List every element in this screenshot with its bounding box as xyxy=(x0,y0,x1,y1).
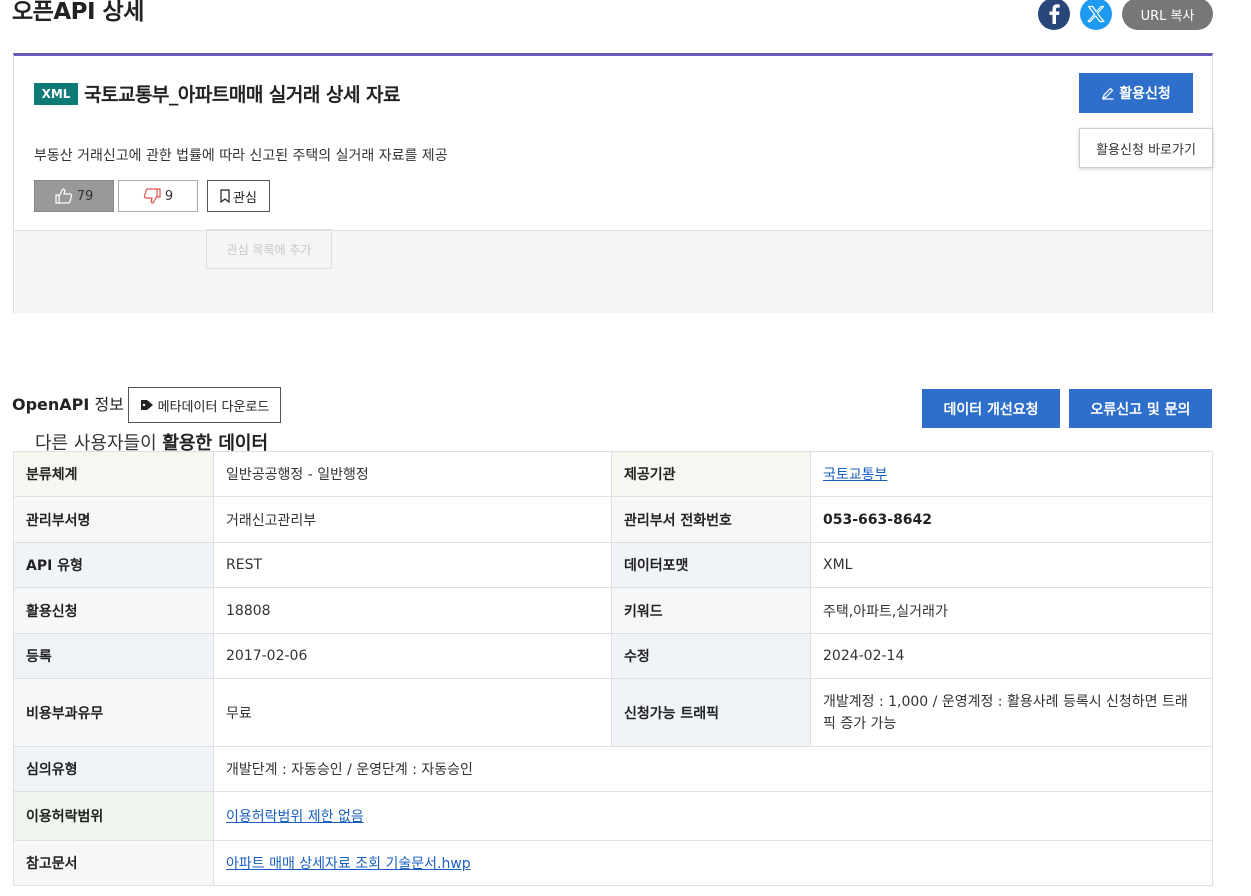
table-row: 비용부과유무 무료 신청가능 트래픽 개발계정 : 1,000 / 운영계정 :… xyxy=(13,678,1213,747)
traffic-label: 신청가능 트래픽 xyxy=(611,678,811,747)
traffic-value: 개발계정 : 1,000 / 운영계정 : 활용사례 등록시 신청하면 트래픽 … xyxy=(810,678,1213,747)
category-value: 일반공공행정 - 일반행정 xyxy=(213,451,612,497)
like-count: 79 xyxy=(76,188,94,204)
api-type-label: API 유형 xyxy=(13,542,214,588)
error-report-button[interactable]: 오류신고 및 문의 xyxy=(1069,389,1212,428)
license-link[interactable]: 이용허락범위 제한 없음 xyxy=(226,809,364,825)
table-row: 활용신청 18808 키워드 주택,아파트,실거래가 xyxy=(13,587,1213,634)
dept-label: 관리부서명 xyxy=(13,496,214,543)
modified-value: 2024-02-14 xyxy=(810,633,1213,679)
thumbs-down-icon xyxy=(143,188,161,204)
openapi-title-rest: 정보 xyxy=(89,395,124,414)
registered-value: 2017-02-06 xyxy=(213,633,612,679)
apply-tooltip: 활용신청 바로가기 xyxy=(1079,128,1213,168)
provider-label: 제공기관 xyxy=(611,451,811,497)
facebook-icon xyxy=(1049,4,1060,24)
table-row: 참고문서 아파트 매매 상세자료 조회 기술문서.hwp xyxy=(13,840,1213,886)
table-row: 이용허락범위 이용허락범위 제한 없음 xyxy=(13,791,1213,841)
thumbs-up-icon xyxy=(55,188,72,204)
apply-count-value: 18808 xyxy=(213,587,612,634)
apply-button[interactable]: 활용신청 xyxy=(1079,73,1193,113)
page-title: 오픈API 상세 xyxy=(12,0,144,25)
metadata-download-button[interactable]: 메타데이터 다운로드 xyxy=(128,387,281,423)
dataset-header: XML 국토교통부_아파트매매 실거래 상세 자료 활용신청 활용신청 바로가기… xyxy=(14,56,1213,230)
data-improve-request-button[interactable]: 데이터 개선요청 xyxy=(922,389,1060,428)
table-row: 분류체계 일반공공행정 - 일반행정 제공기관 국토교통부 xyxy=(13,451,1213,497)
format-value: XML xyxy=(810,542,1213,588)
dataset-title: 국토교통부_아파트매매 실거래 상세 자료 xyxy=(84,84,401,106)
facebook-share-button[interactable] xyxy=(1038,0,1070,30)
openapi-title-bold: OpenAPI xyxy=(12,395,90,414)
table-row: 심의유형 개발단계 : 자동승인 / 운영단계 : 자동승인 xyxy=(13,746,1213,792)
dataset-description: 부동산 거래신고에 관한 법률에 따라 신고된 주택의 실거래 자료를 제공 xyxy=(34,148,448,164)
dept-value: 거래신고관리부 xyxy=(213,496,612,543)
registered-label: 등록 xyxy=(13,633,214,679)
review-value: 개발단계 : 자동승인 / 운영단계 : 자동승인 xyxy=(213,746,1213,792)
pencil-icon xyxy=(1102,87,1114,100)
refdoc-label: 참고문서 xyxy=(13,840,214,886)
openapi-info-table: 분류체계 일반공공행정 - 일반행정 제공기관 국토교통부 관리부서명 거래신고… xyxy=(13,451,1213,886)
phone-value: 053-663-8642 xyxy=(810,496,1213,543)
metadata-download-label: 메타데이터 다운로드 xyxy=(157,399,270,415)
bookmark-icon xyxy=(220,189,230,203)
apply-button-label: 활용신청 xyxy=(1119,86,1171,102)
review-label: 심의유형 xyxy=(13,746,214,792)
provider-link[interactable]: 국토교통부 xyxy=(823,467,887,483)
fee-label: 비용부과유무 xyxy=(13,678,214,747)
refdoc-cell: 아파트 매매 상세자료 조회 기술문서.hwp xyxy=(213,840,1213,886)
url-copy-button[interactable]: URL 복사 xyxy=(1122,0,1213,30)
format-badge: XML xyxy=(34,83,78,105)
twitter-share-button[interactable] xyxy=(1080,0,1112,30)
format-label: 데이터포맷 xyxy=(611,542,811,588)
favorite-label: 관심 xyxy=(233,190,257,206)
table-row: 관리부서명 거래신고관리부 관리부서 전화번호 053-663-8642 xyxy=(13,496,1213,543)
refdoc-link[interactable]: 아파트 매매 상세자료 조회 기술문서.hwp xyxy=(226,856,471,872)
dislike-count: 9 xyxy=(164,188,174,204)
phone-label: 관리부서 전화번호 xyxy=(611,496,811,543)
modified-label: 수정 xyxy=(611,633,811,679)
favorite-ghost-tooltip: 관심 목록에 추가 xyxy=(206,229,332,269)
openapi-section-title: OpenAPI 정보 xyxy=(12,391,124,415)
category-label: 분류체계 xyxy=(13,451,214,497)
license-cell: 이용허락범위 제한 없음 xyxy=(213,791,1213,841)
apply-count-label: 활용신청 xyxy=(13,587,214,634)
tag-icon xyxy=(140,400,153,410)
license-label: 이용허락범위 xyxy=(13,791,214,841)
table-row: API 유형 REST 데이터포맷 XML xyxy=(13,542,1213,588)
related-data-section: 다른 사용자들이 활용한 데이터 xyxy=(14,230,1212,454)
provider-cell: 국토교통부 xyxy=(810,451,1213,497)
keyword-value: 주택,아파트,실거래가 xyxy=(810,587,1213,634)
like-button[interactable]: 79 xyxy=(34,180,114,212)
fee-value: 무료 xyxy=(213,678,612,747)
dislike-button[interactable]: 9 xyxy=(118,180,198,212)
favorite-button[interactable]: 관심 xyxy=(207,180,270,212)
dataset-summary-card: XML 국토교통부_아파트매매 실거래 상세 자료 활용신청 활용신청 바로가기… xyxy=(13,53,1213,454)
api-type-value: REST xyxy=(213,542,612,588)
x-twitter-icon xyxy=(1087,5,1105,23)
table-row: 등록 2017-02-06 수정 2024-02-14 xyxy=(13,633,1213,679)
keyword-label: 키워드 xyxy=(611,587,811,634)
